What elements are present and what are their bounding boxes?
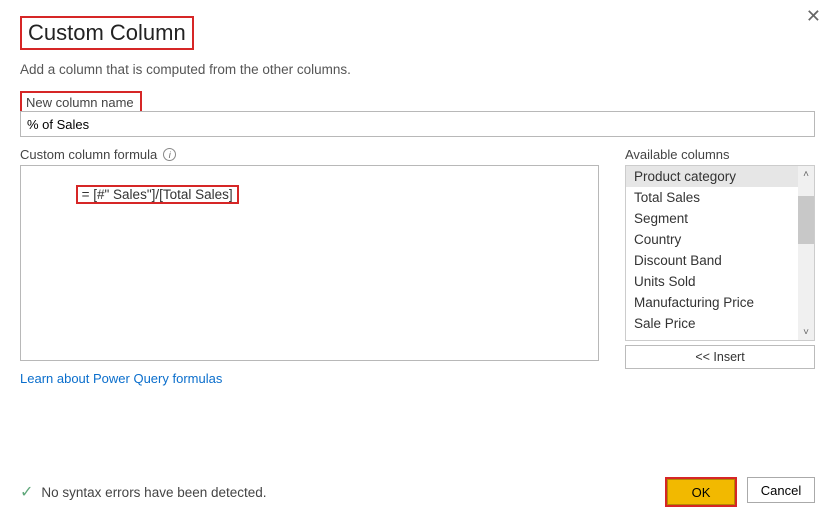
- dialog-title: Custom Column: [22, 18, 192, 48]
- list-item[interactable]: Total Sales: [626, 187, 814, 208]
- close-icon[interactable]: ✕: [806, 6, 821, 27]
- formula-text: = [#" Sales"]/[Total Sales]: [76, 185, 239, 204]
- info-icon[interactable]: i: [163, 148, 176, 161]
- list-item[interactable]: Sale Price: [626, 313, 814, 334]
- list-item[interactable]: Segment: [626, 208, 814, 229]
- list-item[interactable]: Country: [626, 229, 814, 250]
- scroll-thumb[interactable]: [798, 196, 814, 244]
- formula-label: Custom column formula i: [20, 147, 599, 162]
- scrollbar[interactable]: ˄ ˅: [798, 166, 814, 340]
- cancel-button[interactable]: Cancel: [747, 477, 815, 503]
- formula-input[interactable]: = [#" Sales"]/[Total Sales]: [20, 165, 599, 361]
- check-icon: ✓: [20, 482, 33, 502]
- chevron-up-icon[interactable]: ˄: [798, 166, 814, 182]
- chevron-down-icon[interactable]: ˅: [798, 324, 814, 340]
- available-columns-list[interactable]: Product category Total Sales Segment Cou…: [625, 165, 815, 341]
- learn-link[interactable]: Learn about Power Query formulas: [20, 371, 222, 386]
- dialog-subtitle: Add a column that is computed from the o…: [20, 62, 815, 77]
- insert-button[interactable]: << Insert: [625, 345, 815, 369]
- list-item[interactable]: Units Sold: [626, 271, 814, 292]
- new-column-name-label: New column name: [26, 95, 134, 110]
- list-item[interactable]: Manufacturing Price: [626, 292, 814, 313]
- new-column-name-input[interactable]: [20, 111, 815, 137]
- ok-button[interactable]: OK: [667, 479, 735, 505]
- list-item[interactable]: Product category: [626, 166, 814, 187]
- available-columns-label: Available columns: [625, 147, 815, 162]
- status-text: ✓ No syntax errors have been detected.: [20, 482, 267, 502]
- list-item[interactable]: Discount Band: [626, 250, 814, 271]
